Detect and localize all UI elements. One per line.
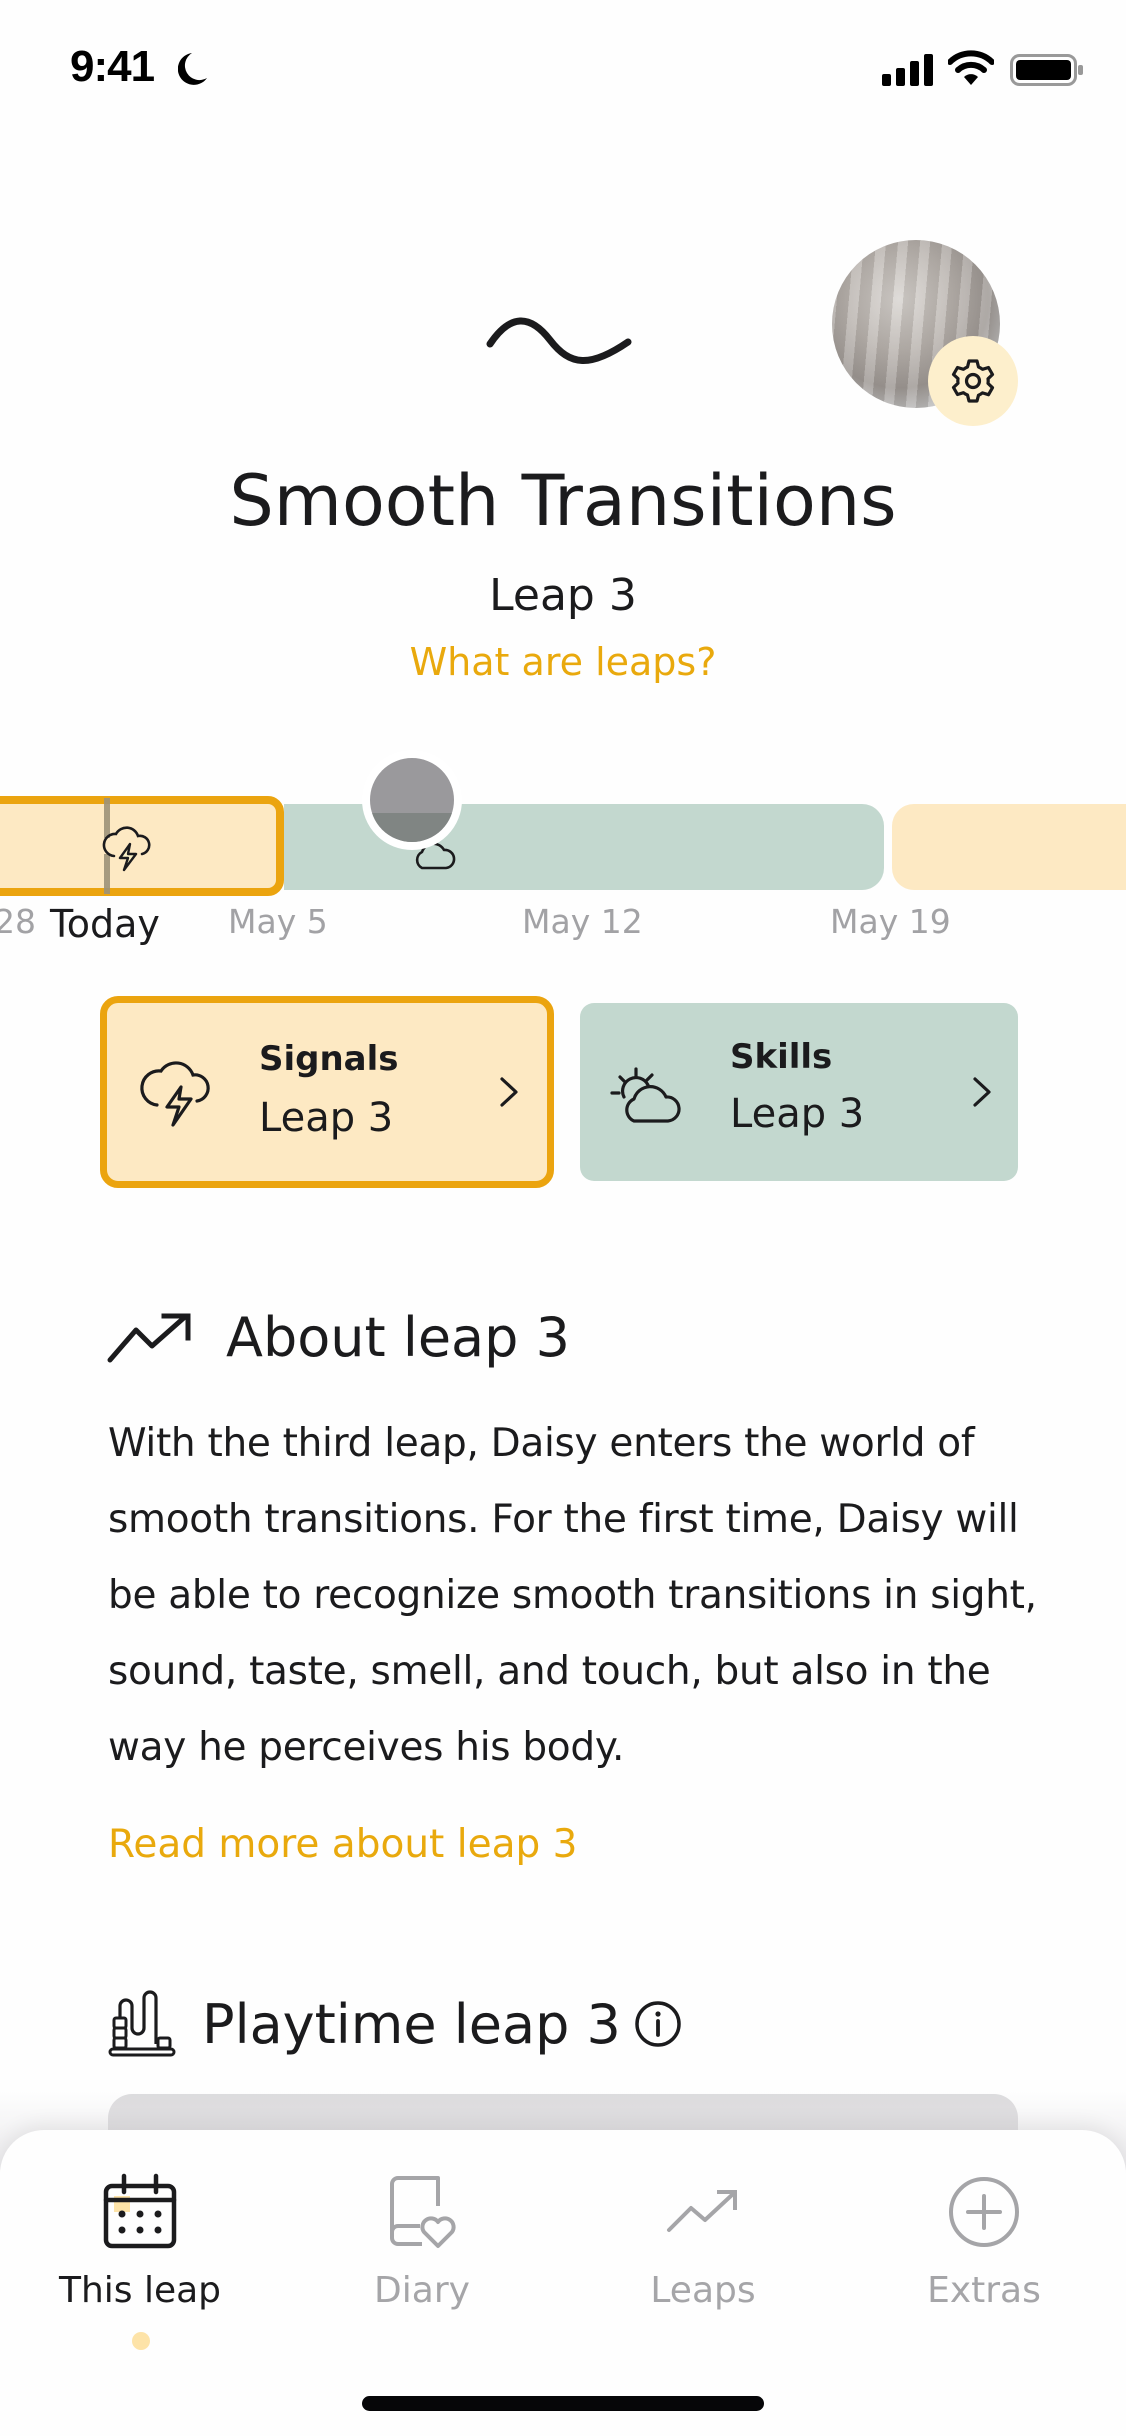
toy-abacus-icon <box>108 1990 176 2057</box>
skills-card[interactable]: Skills Leap 3 <box>580 1003 1018 1181</box>
timeline-label: May 5 <box>228 902 328 941</box>
diary-heart-icon <box>390 2176 456 2248</box>
trend-up-icon <box>107 1313 191 1362</box>
calendar-icon <box>103 2173 177 2249</box>
wave-icon <box>486 317 632 364</box>
about-section-header: About leap 3 <box>106 1306 570 1369</box>
skills-card-label: Skills <box>730 1037 833 1077</box>
tab-leaps[interactable]: Leaps <box>583 2172 823 2311</box>
leap-timeline[interactable]: 28 Today May 5 May 12 May 19 <box>0 740 1126 970</box>
tab-diary[interactable]: Diary <box>302 2172 542 2311</box>
plus-circle-icon <box>949 2177 1019 2247</box>
timeline-label: 28 <box>0 902 36 941</box>
active-tab-indicator <box>132 2332 150 2350</box>
info-icon[interactable] <box>633 1999 683 2049</box>
chevron-right-icon <box>973 1077 991 1107</box>
storm-cloud-icon <box>102 826 151 872</box>
settings-button[interactable] <box>928 336 1018 426</box>
timeline-label: May 12 <box>522 902 643 941</box>
tab-this-leap[interactable]: This leap <box>20 2172 260 2311</box>
cellular-signal-icon <box>882 54 933 86</box>
battery-icon <box>1010 54 1083 86</box>
bottom-navigation: This leap Diary Leaps Extras <box>0 2130 1126 2436</box>
moon-icon <box>178 53 207 85</box>
chevron-right-icon <box>500 1077 518 1107</box>
signals-card-label: Signals <box>259 1039 399 1079</box>
wifi-icon <box>948 50 994 85</box>
read-more-link[interactable]: Read more about leap 3 <box>108 1822 577 1867</box>
home-indicator[interactable] <box>362 2396 764 2411</box>
tab-extras[interactable]: Extras <box>864 2172 1104 2311</box>
timeline-position-dot[interactable] <box>362 750 462 850</box>
timeline-segment-next[interactable] <box>892 804 1126 890</box>
timeline-label-today: Today <box>50 902 160 946</box>
skills-card-sub: Leap 3 <box>730 1091 865 1137</box>
about-title: About leap 3 <box>226 1306 570 1369</box>
signals-card[interactable]: Signals Leap 3 <box>100 996 554 1188</box>
timeline-label: May 19 <box>830 902 951 941</box>
signals-card-sub: Leap 3 <box>259 1095 394 1141</box>
status-bar: 9:41 <box>0 0 1126 140</box>
playtime-section-header: Playtime leap 3 <box>106 1988 683 2060</box>
playtime-title: Playtime leap 3 <box>202 1992 621 2056</box>
leap-subtitle: Leap 3 <box>489 570 637 621</box>
sun-cloud-icon <box>610 1067 681 1123</box>
tab-label: Extras <box>927 2270 1041 2311</box>
what-are-leaps-link[interactable]: What are leaps? <box>0 640 1126 684</box>
tab-label: Leaps <box>650 2270 756 2311</box>
gear-icon <box>951 359 995 403</box>
trend-up-icon <box>667 2190 737 2232</box>
storm-cloud-icon <box>140 1061 210 1127</box>
about-body: With the third leap, Daisy enters the wo… <box>108 1421 1037 1770</box>
tab-label: This leap <box>58 2270 222 2311</box>
tab-label: Diary <box>374 2270 470 2311</box>
status-time: 9:41 <box>70 42 155 91</box>
page-title: Smooth Transitions <box>229 460 897 542</box>
